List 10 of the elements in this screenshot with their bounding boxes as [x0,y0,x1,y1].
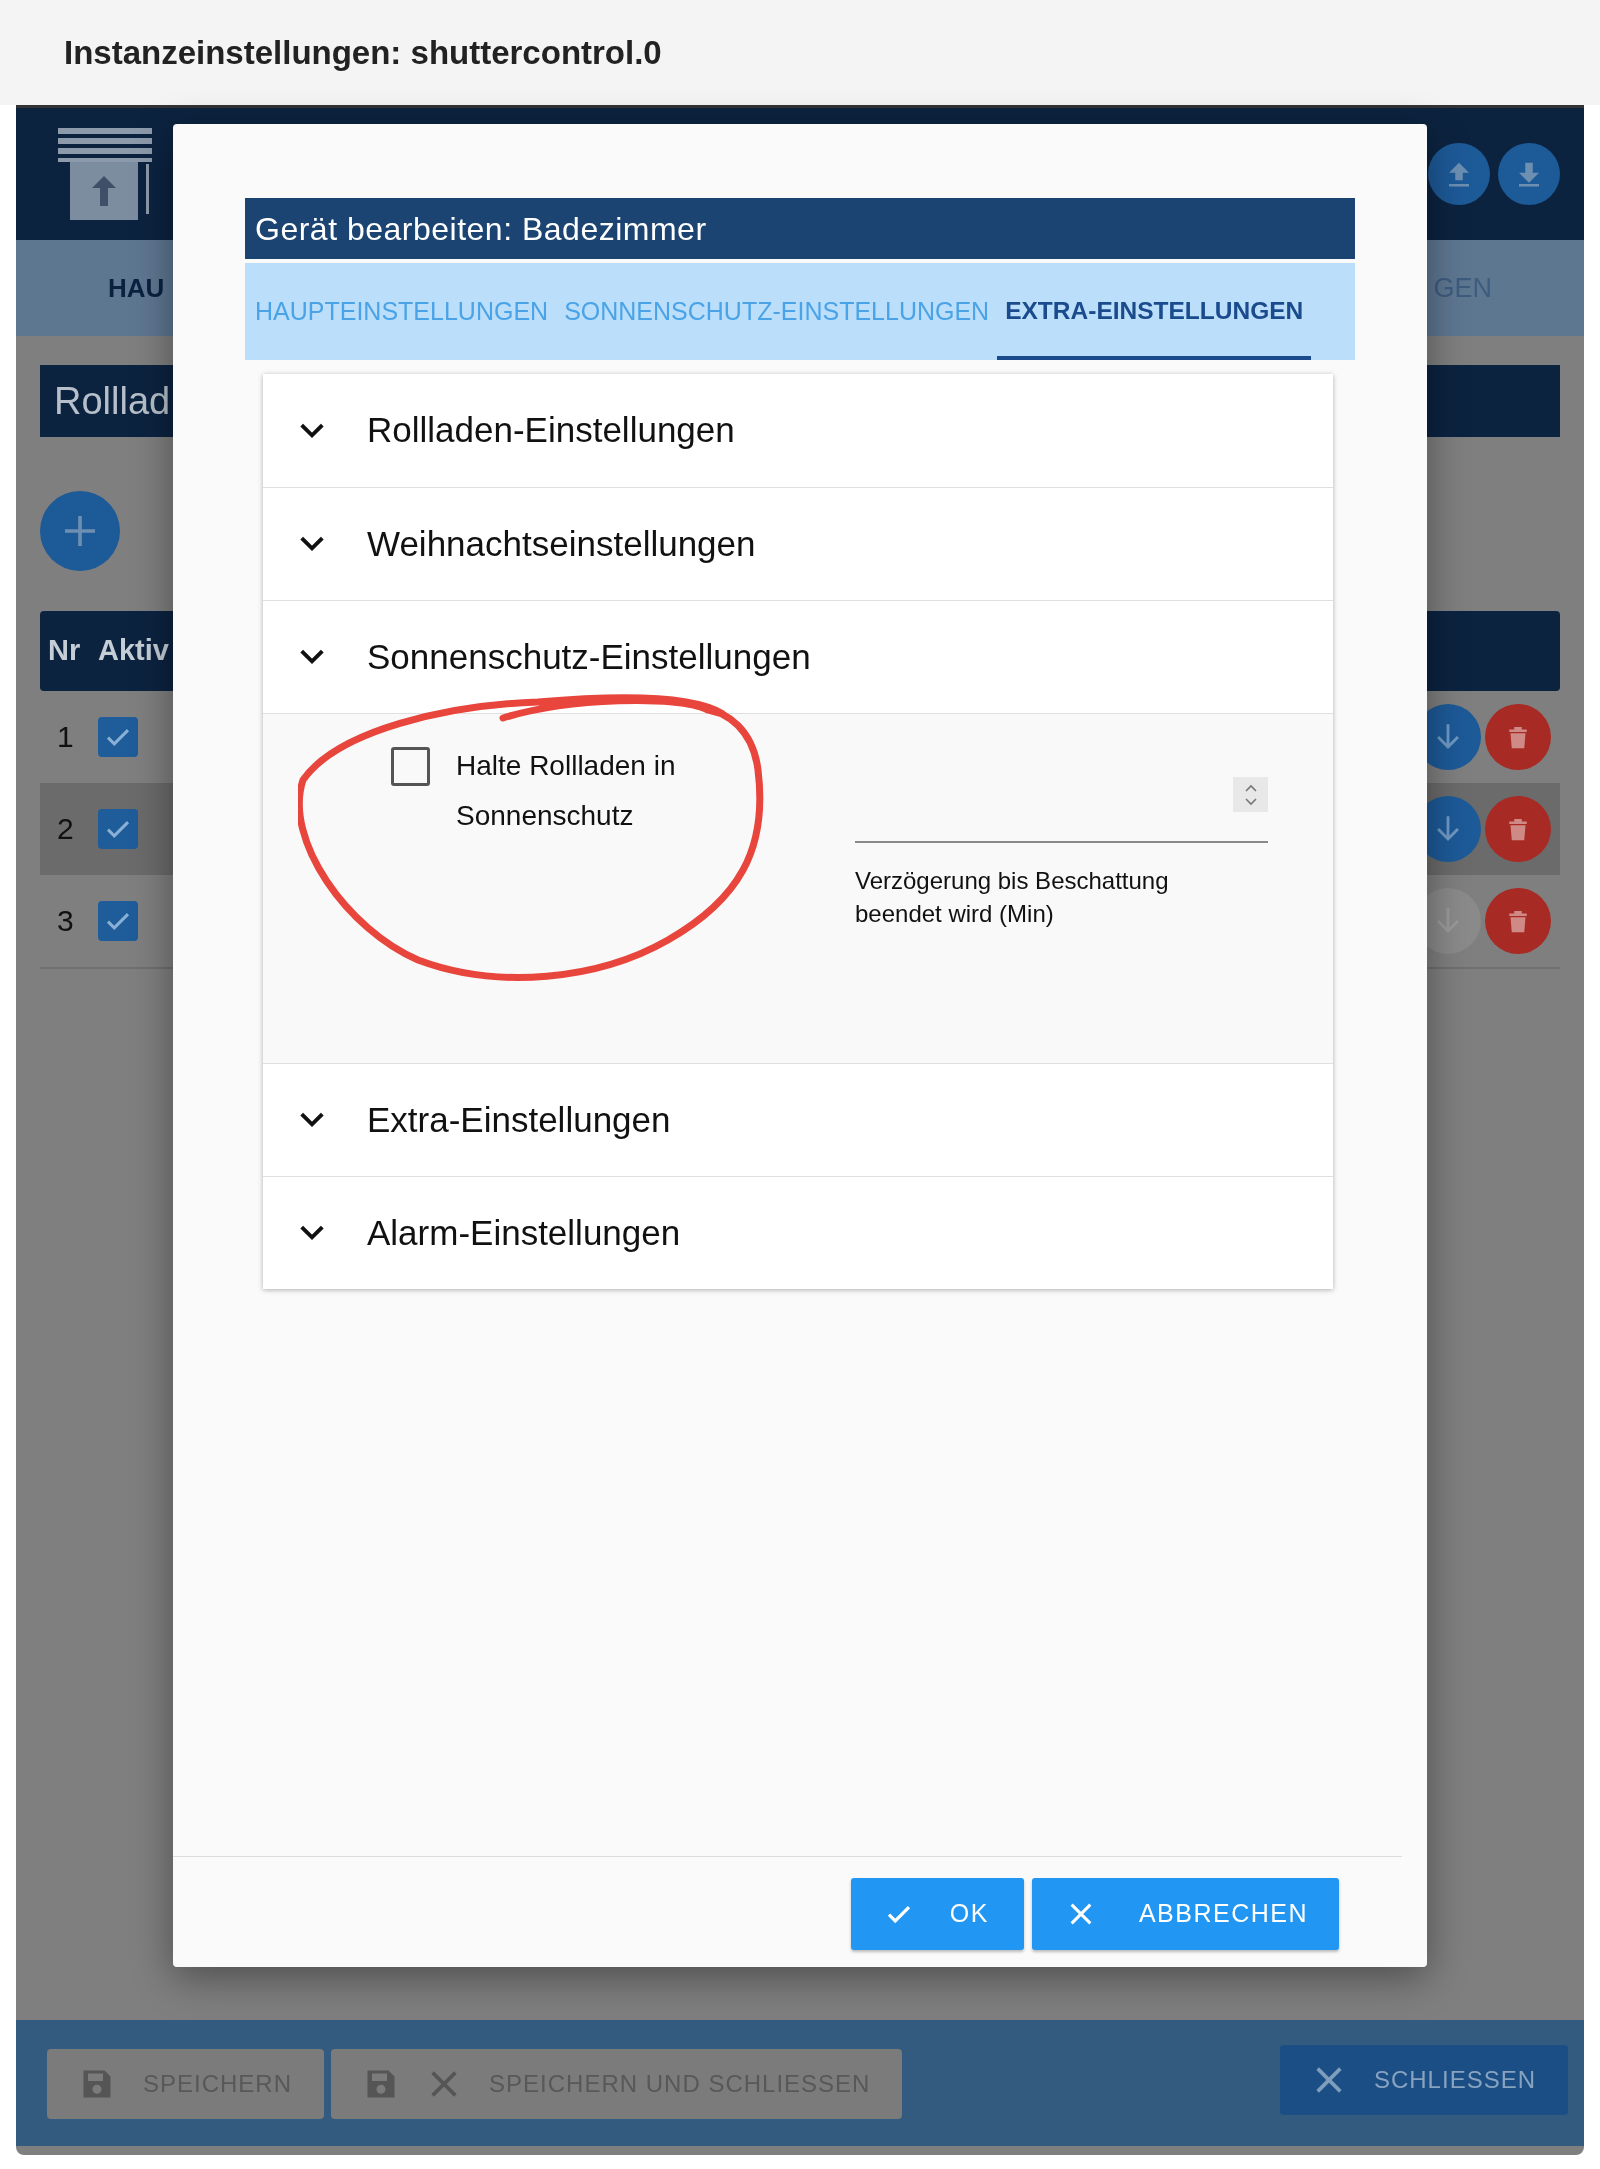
column-header: Nr [48,633,82,669]
column-header: Aktiv [98,633,169,669]
row-number: 1 [57,719,75,755]
section-title: Rolllad [54,378,171,424]
dialog-title: Gerät bearbeiten: Badezimmer [245,198,1355,259]
row-number: 2 [57,811,75,847]
window-title: Instanzeinstellungen: shuttercontrol.0 [64,32,662,73]
row-number: 3 [57,903,75,939]
checkbox-label: Halte Rollladen in Sonnenschutz [456,749,677,833]
field-label: Verzögerung bis Beschattung beendet wird (Min) [855,866,1170,929]
